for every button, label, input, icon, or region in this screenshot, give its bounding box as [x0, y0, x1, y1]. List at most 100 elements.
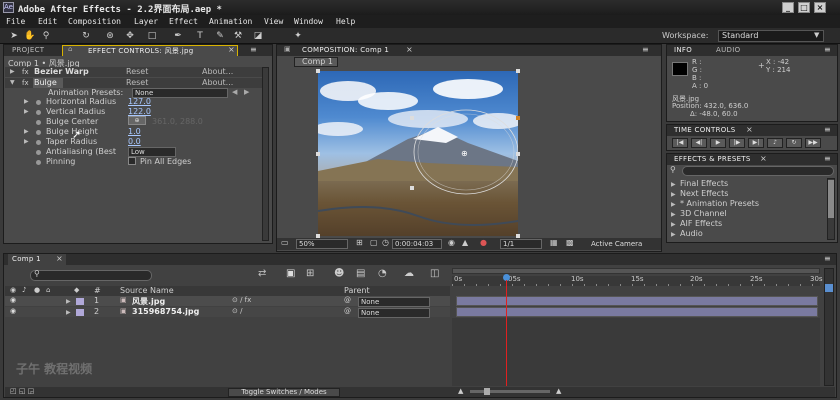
- param-expand-icon[interactable]: ▶: [24, 98, 29, 105]
- about-link-bulge[interactable]: About...: [202, 78, 233, 87]
- crosshair-icon[interactable]: ⊕: [128, 116, 146, 125]
- panel-menu-icon[interactable]: ≡: [824, 154, 831, 163]
- close-tab-icon[interactable]: ×: [228, 45, 235, 54]
- graph-editor-icon[interactable]: ◫: [430, 268, 439, 279]
- mask-view-icon[interactable]: ▢: [370, 238, 378, 247]
- expand-triangle-icon[interactable]: ▶: [671, 231, 676, 238]
- stopwatch-icon[interactable]: [36, 120, 41, 125]
- eraser-tool-icon[interactable]: ◪: [252, 30, 264, 42]
- bounding-handle[interactable]: [516, 116, 520, 120]
- preset-item-animation-presets[interactable]: * Animation Presets: [680, 199, 759, 208]
- param-expand-icon[interactable]: ▶: [24, 138, 29, 145]
- camera-tool-icon[interactable]: ⊛: [104, 30, 116, 42]
- bounding-handle[interactable]: [410, 186, 414, 190]
- layer-duration-bar[interactable]: [456, 307, 818, 317]
- minimize-button[interactable]: _: [782, 2, 794, 13]
- reset-link-bezier[interactable]: Reset: [126, 67, 148, 76]
- show-snapshot-icon[interactable]: ▲: [462, 238, 468, 247]
- safe-zones-icon[interactable]: ⊞: [356, 238, 363, 247]
- hand-tool-icon[interactable]: ✋: [24, 30, 36, 42]
- layer-name[interactable]: 风景.jpg: [132, 296, 165, 307]
- bounding-handle[interactable]: [316, 152, 320, 156]
- tab-effects-presets[interactable]: EFFECTS & PRESETS: [674, 155, 751, 163]
- layer-label-color[interactable]: [76, 309, 84, 316]
- menu-layer[interactable]: Layer: [134, 17, 158, 26]
- zoom-slider-thumb[interactable]: [484, 388, 490, 395]
- last-frame-button[interactable]: ▶|: [748, 138, 764, 148]
- pin-all-edges-checkbox[interactable]: [128, 157, 136, 165]
- layer-expand-icon[interactable]: ▶: [66, 298, 71, 305]
- brush-tool-icon[interactable]: ✎: [214, 30, 226, 42]
- layer-name[interactable]: 315968754.jpg: [132, 307, 199, 316]
- camera-view-dropdown[interactable]: Active Camera: [588, 239, 658, 249]
- layer-switches-icon[interactable]: ⊙ /: [232, 307, 242, 315]
- zoom-tool-icon[interactable]: ⚲: [40, 30, 52, 42]
- live-update-icon[interactable]: ▣: [286, 268, 295, 279]
- stopwatch-icon[interactable]: [36, 130, 41, 135]
- presets-next-icon[interactable]: ▶: [244, 88, 249, 96]
- expand-triangle-icon[interactable]: ▶: [671, 211, 676, 218]
- effect-controls-scrollbar[interactable]: [262, 67, 269, 241]
- viewer-timecode[interactable]: 0:00:04:03: [392, 239, 442, 249]
- tab-info[interactable]: INFO: [674, 46, 692, 54]
- timecode-icon[interactable]: ◷: [382, 238, 389, 247]
- layer-expand-icon[interactable]: ▶: [66, 309, 71, 316]
- param-value-bulge-height[interactable]: 1.0: [128, 127, 141, 136]
- layer-parent-dropdown[interactable]: None: [358, 308, 430, 318]
- panel-menu-icon[interactable]: ≡: [824, 45, 831, 54]
- effects-search-input[interactable]: [682, 166, 834, 176]
- zoom-out-icon[interactable]: ▲: [458, 387, 463, 395]
- stopwatch-icon[interactable]: [36, 110, 41, 115]
- param-value-vertical-radius[interactable]: 122.0: [128, 107, 151, 116]
- stopwatch-icon[interactable]: [36, 160, 41, 165]
- resolution-dropdown[interactable]: 1/1: [500, 239, 542, 249]
- hide-shy-icon[interactable]: ☻: [334, 268, 344, 279]
- layer-duration-bar[interactable]: [456, 296, 818, 306]
- timeline-search-input[interactable]: [30, 270, 152, 281]
- presets-prev-icon[interactable]: ◀: [232, 88, 237, 96]
- frame-blending-icon[interactable]: ▤: [356, 268, 365, 279]
- tab-audio[interactable]: AUDIO: [716, 46, 740, 54]
- zoom-in-icon[interactable]: ▲: [556, 387, 561, 395]
- maximize-button[interactable]: □: [798, 2, 810, 13]
- preset-item-3d-channel[interactable]: 3D Channel: [680, 209, 727, 218]
- fx-icon[interactable]: fx: [22, 68, 29, 76]
- panel-menu-icon[interactable]: ≡: [824, 254, 831, 263]
- rotate-tool-icon[interactable]: ↻: [80, 30, 92, 42]
- close-tab-icon[interactable]: ×: [746, 125, 753, 134]
- composition-viewer[interactable]: ⊕: [318, 71, 518, 236]
- pickwhip-icon[interactable]: @: [344, 307, 351, 315]
- close-button[interactable]: ×: [814, 2, 826, 13]
- param-value-horizontal-radius[interactable]: 127.0: [128, 97, 151, 106]
- toggle-switches-modes-button[interactable]: Toggle Switches / Modes: [228, 388, 340, 397]
- loop-button[interactable]: ↻: [786, 138, 802, 148]
- selection-tool-icon[interactable]: ➤: [8, 30, 20, 42]
- expand-triangle-icon[interactable]: ▶: [671, 181, 676, 188]
- visibility-eye-icon[interactable]: ◉: [10, 307, 16, 315]
- preset-item-next-effects[interactable]: Next Effects: [680, 189, 728, 198]
- panel-menu-icon[interactable]: ≡: [250, 45, 257, 54]
- snapshot-icon[interactable]: ◉: [448, 238, 455, 247]
- layer-label-color[interactable]: [76, 298, 84, 305]
- stopwatch-icon[interactable]: [36, 140, 41, 145]
- menu-animation[interactable]: Animation: [209, 17, 252, 26]
- draft-3d-icon[interactable]: ⊞: [306, 268, 314, 279]
- ram-preview-button[interactable]: ▶▶: [805, 138, 821, 148]
- collapse-triangle-icon[interactable]: ▼: [10, 79, 15, 86]
- param-expand-icon[interactable]: ▶: [24, 108, 29, 115]
- workspace-dropdown[interactable]: Standard: [718, 30, 824, 42]
- preset-item-final-effects[interactable]: Final Effects: [680, 179, 728, 188]
- zoom-dropdown[interactable]: 50%: [296, 239, 348, 249]
- panel-menu-icon[interactable]: ≡: [824, 125, 831, 134]
- layer-parent-dropdown[interactable]: None: [358, 297, 430, 307]
- close-tab-icon[interactable]: ×: [406, 45, 413, 54]
- reset-link-bulge[interactable]: Reset: [126, 78, 148, 87]
- puppet-tool-icon[interactable]: ✦: [292, 30, 304, 42]
- antialiasing-dropdown[interactable]: Low: [128, 147, 176, 157]
- bounding-handle[interactable]: [410, 116, 414, 120]
- scroll-thumb[interactable]: [828, 180, 834, 218]
- expand-triangle-icon[interactable]: ▶: [671, 221, 676, 228]
- stopwatch-icon[interactable]: [36, 150, 41, 155]
- panel-menu-icon[interactable]: ≡: [642, 45, 649, 54]
- channel-icon[interactable]: ●: [480, 238, 487, 247]
